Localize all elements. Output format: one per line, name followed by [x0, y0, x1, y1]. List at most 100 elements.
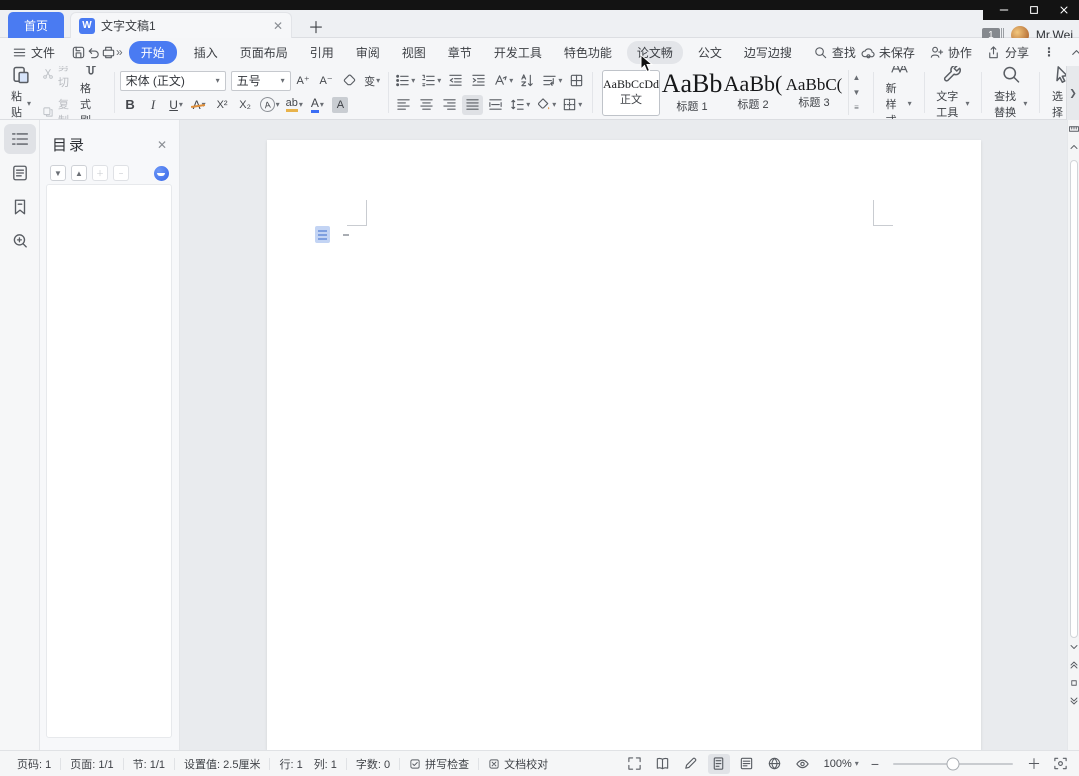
subscript-button[interactable]: X₂	[235, 95, 256, 115]
minimize-button[interactable]	[989, 0, 1019, 20]
style-heading1[interactable]: AaBb 标题 1	[663, 70, 721, 116]
print-button[interactable]	[101, 42, 116, 62]
paragraph-setting-button[interactable]: ▾	[540, 71, 564, 91]
vertical-scrollbar[interactable]	[1067, 120, 1079, 750]
ribbon-expand-strip[interactable]: ❯	[1066, 66, 1079, 120]
ribbon-tab-special-features[interactable]: 特色功能	[562, 41, 614, 64]
page-view-button[interactable]	[708, 754, 730, 774]
find-replace-button[interactable]: 查找替换▾	[987, 69, 1034, 116]
sort-button[interactable]	[517, 71, 538, 91]
cut-button[interactable]: 剪切	[42, 66, 69, 90]
home-tab[interactable]: 首页	[8, 12, 64, 38]
shading-button[interactable]: ▾	[534, 95, 558, 115]
write-mode-button[interactable]	[680, 754, 702, 774]
justify-button[interactable]	[462, 95, 483, 115]
zoom-slider[interactable]	[893, 763, 1013, 765]
decrease-indent-button[interactable]	[445, 71, 466, 91]
previous-page-button[interactable]	[1068, 656, 1079, 674]
styles-more-button[interactable]: ≡	[849, 100, 864, 115]
new-style-button[interactable]: 新样式▾	[879, 69, 919, 116]
borders-button[interactable]: ▾	[560, 95, 584, 115]
more-menu-button[interactable]: ⋮	[1043, 45, 1055, 59]
bullets-button[interactable]: ▾	[393, 71, 417, 91]
shrink-font-button[interactable]: A⁻	[316, 71, 337, 91]
strikethrough-button[interactable]: A▾	[189, 95, 210, 115]
align-center-button[interactable]	[416, 95, 437, 115]
zoom-level-select[interactable]: 100%▾	[820, 758, 863, 770]
char-scale-button[interactable]: ▾	[491, 71, 515, 91]
outline-view-button[interactable]	[736, 754, 758, 774]
ruler-toggle-button[interactable]	[1068, 120, 1079, 138]
eye-protect-button[interactable]	[792, 754, 814, 774]
collaborate-button[interactable]: 协作	[929, 44, 972, 61]
style-heading3[interactable]: AaBbC( 标题 3	[785, 70, 843, 116]
format-painter-button[interactable]: 格式刷	[73, 69, 109, 116]
status-margin-setting[interactable]: 设置值: 2.5厘米	[175, 756, 269, 772]
next-page-button[interactable]	[1068, 692, 1079, 710]
ribbon-tab-page-layout[interactable]: 页面布局	[238, 41, 290, 64]
spell-check-toggle[interactable]: 拼写检查	[400, 756, 478, 772]
ribbon-tab-paper-tools[interactable]: 论文畅	[627, 41, 683, 64]
ribbon-tab-references[interactable]: 引用	[308, 41, 336, 64]
highlight-color-button[interactable]: ab▾	[284, 95, 305, 115]
align-left-button[interactable]	[393, 95, 414, 115]
find-button[interactable]: 查找	[809, 41, 860, 64]
more-quick-commands-button[interactable]: »	[116, 42, 123, 62]
bookmark-rail-button[interactable]	[4, 192, 36, 222]
status-page-count[interactable]: 页面: 1/1	[61, 756, 122, 772]
copy-button[interactable]: 复制	[42, 96, 69, 121]
styles-scroll-up[interactable]: ▲	[849, 70, 864, 85]
find-rail-button[interactable]	[4, 226, 36, 256]
status-word-count[interactable]: 字数: 0	[347, 756, 399, 772]
text-tool-button[interactable]: 文字工具▾	[929, 69, 976, 116]
scrollbar-thumb[interactable]	[1070, 160, 1078, 638]
superscript-button[interactable]: X²	[212, 95, 233, 115]
paste-button[interactable]: 粘贴▾	[4, 69, 38, 116]
style-normal[interactable]: AaBbCcDd 正文	[602, 70, 660, 116]
increase-indent-button[interactable]	[468, 71, 489, 91]
distribute-button[interactable]	[485, 95, 506, 115]
font-size-select[interactable]: 五号▾	[231, 71, 291, 91]
zoom-in-button[interactable]: ＋	[1025, 754, 1043, 774]
zoom-slider-thumb[interactable]	[947, 757, 960, 770]
document-tab[interactable]: W 文字文稿1 ✕	[70, 12, 292, 38]
ribbon-tab-section[interactable]: 章节	[446, 41, 474, 64]
document-canvas[interactable]	[180, 120, 1067, 750]
text-effects-button[interactable]: A▾	[258, 95, 282, 115]
close-button[interactable]	[1049, 0, 1079, 20]
line-spacing-button[interactable]: ▾	[508, 95, 532, 115]
toc-rail-button[interactable]	[4, 124, 36, 154]
styles-scroll-down[interactable]: ▼	[849, 85, 864, 100]
toc-close-icon[interactable]: ✕	[157, 138, 167, 152]
save-status[interactable]: 未保存	[860, 44, 915, 61]
smart-insert-icon[interactable]	[315, 226, 330, 243]
ribbon-tab-review[interactable]: 审阅	[354, 41, 382, 64]
align-right-button[interactable]	[439, 95, 460, 115]
grow-font-button[interactable]: A⁺	[293, 71, 314, 91]
ribbon-tab-official-doc[interactable]: 公文	[696, 41, 724, 64]
bold-button[interactable]: B	[120, 95, 141, 115]
collapse-ribbon-button[interactable]	[1069, 45, 1079, 60]
toc-empty-list[interactable]	[46, 184, 172, 738]
maximize-button[interactable]	[1019, 0, 1049, 20]
undo-button[interactable]	[86, 42, 101, 62]
numbering-button[interactable]: ▾	[419, 71, 443, 91]
toc-assistant-button[interactable]	[154, 166, 169, 181]
phonetic-guide-button[interactable]: 变▾	[362, 71, 383, 91]
ribbon-tab-search-while-writing[interactable]: 边写边搜	[742, 41, 794, 64]
paragraph-layout-button[interactable]	[566, 71, 587, 91]
font-name-select[interactable]: 宋体 (正文)▾	[120, 71, 226, 91]
ribbon-tab-insert[interactable]: 插入	[192, 41, 220, 64]
style-heading2[interactable]: AaBb( 标题 2	[724, 70, 782, 116]
fit-page-button[interactable]	[1049, 754, 1071, 774]
new-tab-button[interactable]: ＋	[306, 16, 326, 36]
document-page[interactable]	[267, 140, 981, 750]
file-menu-button[interactable]: 文件	[8, 41, 59, 64]
doc-proof-toggle[interactable]: 文档校对	[479, 756, 557, 772]
zoom-out-button[interactable]: −	[869, 756, 881, 772]
ribbon-tab-developer[interactable]: 开发工具	[492, 41, 544, 64]
clear-format-button[interactable]	[339, 71, 360, 91]
toc-promote-button[interactable]: ＋	[92, 165, 108, 181]
fullscreen-button[interactable]	[624, 754, 646, 774]
save-button[interactable]	[71, 42, 86, 62]
